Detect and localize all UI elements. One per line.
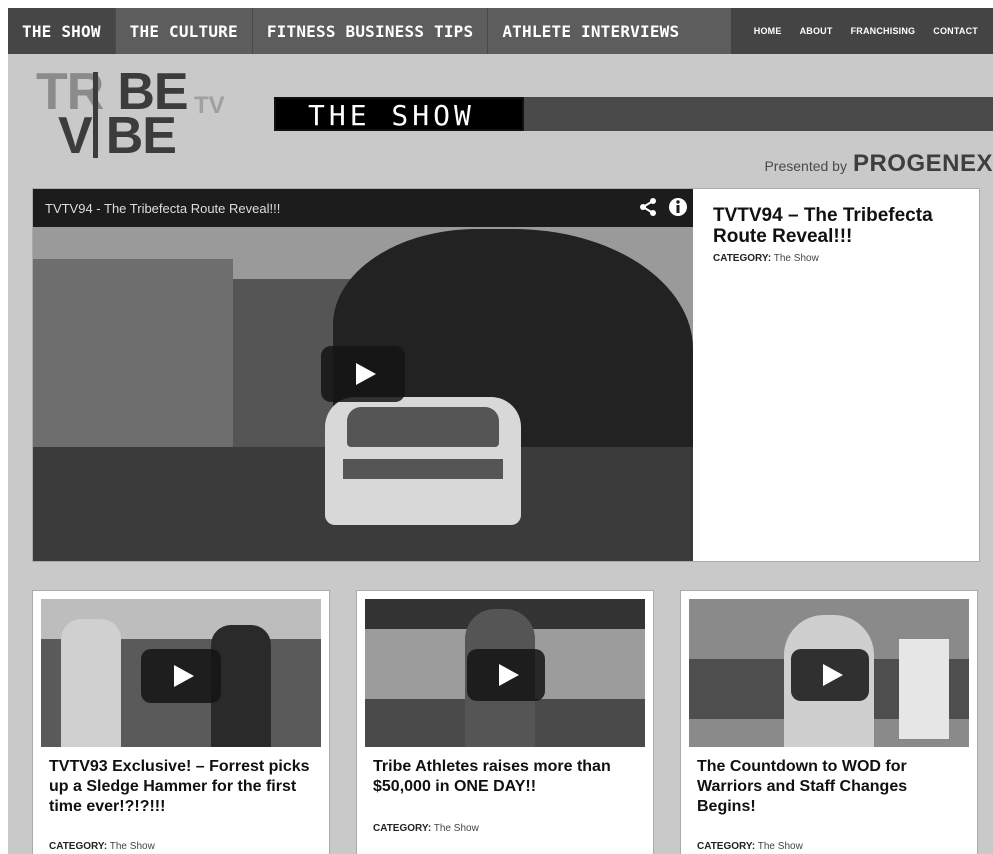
- thumbnail-image: [899, 639, 949, 739]
- video-title[interactable]: TVTV94 - The Tribefecta Route Reveal!!!: [45, 201, 280, 216]
- nav-item-fitness-business-tips[interactable]: FITNESS BUSINESS TIPS: [253, 8, 488, 54]
- nav-link-about[interactable]: ABOUT: [800, 26, 833, 36]
- logo-text: BE: [105, 107, 177, 165]
- category-link[interactable]: The Show: [758, 841, 803, 852]
- nav-item-athlete-interviews[interactable]: ATHLETE INTERVIEWS: [488, 8, 693, 54]
- post-category: CATEGORY: The Show: [49, 841, 155, 852]
- category-label: CATEGORY:: [49, 841, 108, 852]
- video-frame: [33, 259, 233, 469]
- play-icon: [499, 664, 519, 686]
- sponsor-logo[interactable]: PROGENEX: [853, 150, 993, 178]
- post-category: CATEGORY: The Show: [373, 823, 479, 834]
- category-label: CATEGORY:: [713, 253, 772, 264]
- nav-item-the-culture[interactable]: THE CULTURE: [116, 8, 252, 54]
- nav-link-home[interactable]: HOME: [754, 26, 782, 36]
- site-logo[interactable]: TR BE V BE TV: [36, 66, 236, 162]
- featured-details: TVTV94 – The Tribefecta Route Reveal!!! …: [713, 205, 963, 264]
- thumbnail-image: [61, 619, 121, 747]
- share-icon[interactable]: [637, 197, 659, 219]
- section-title: THE SHOW: [274, 97, 524, 132]
- logo-text: V: [58, 107, 93, 165]
- post-category: CATEGORY: The Show: [697, 841, 803, 852]
- nav-link-franchising[interactable]: FRANCHISING: [851, 26, 916, 36]
- post-title[interactable]: TVTV93 Exclusive! – Forrest picks up a S…: [49, 757, 321, 817]
- post-card[interactable]: Tribe Athletes raises more than $50,000 …: [356, 590, 654, 854]
- post-card[interactable]: TVTV93 Exclusive! – Forrest picks up a S…: [32, 590, 330, 854]
- play-icon: [356, 363, 376, 385]
- utility-nav: HOME ABOUT FRANCHISING CONTACT: [730, 8, 993, 54]
- play-icon: [174, 665, 194, 687]
- post-thumbnail[interactable]: [365, 599, 645, 747]
- post-thumbnail[interactable]: [689, 599, 969, 747]
- category-link[interactable]: The Show: [110, 841, 155, 852]
- nav-item-the-show[interactable]: THE SHOW: [8, 8, 115, 54]
- logo-bar: [93, 72, 98, 158]
- page: THE SHOW THE CULTURE FITNESS BUSINESS TI…: [8, 8, 993, 854]
- play-button[interactable]: [791, 649, 869, 701]
- category-label: CATEGORY:: [697, 841, 756, 852]
- play-button[interactable]: [321, 346, 405, 402]
- nav-link-contact[interactable]: CONTACT: [933, 26, 978, 36]
- info-icon[interactable]: [667, 197, 689, 219]
- top-nav: THE SHOW THE CULTURE FITNESS BUSINESS TI…: [8, 8, 993, 54]
- featured-title[interactable]: TVTV94 – The Tribefecta Route Reveal!!!: [713, 205, 963, 247]
- featured-video-player[interactable]: TVTV94 - The Tribefecta Route Reveal!!!: [33, 189, 693, 561]
- sponsor-credit: Presented by PROGENEX: [764, 150, 993, 178]
- main-nav: THE SHOW THE CULTURE FITNESS BUSINESS TI…: [8, 8, 693, 54]
- video-frame: [343, 459, 503, 479]
- logo-tv: TV: [194, 92, 225, 119]
- featured-category: CATEGORY: The Show: [713, 253, 963, 264]
- category-label: CATEGORY:: [373, 823, 432, 834]
- featured-post: TVTV94 - The Tribefecta Route Reveal!!! …: [32, 188, 980, 562]
- post-card[interactable]: The Countdown to WOD for Warriors and St…: [680, 590, 978, 854]
- post-title[interactable]: Tribe Athletes raises more than $50,000 …: [373, 757, 645, 797]
- video-frame: [325, 397, 521, 525]
- presented-by-label: Presented by: [764, 158, 847, 174]
- category-link[interactable]: The Show: [434, 823, 479, 834]
- logo-line-2: V BE: [58, 110, 177, 162]
- play-button[interactable]: [141, 649, 221, 703]
- video-frame: [347, 407, 499, 447]
- post-thumbnail[interactable]: [41, 599, 321, 747]
- play-button[interactable]: [467, 649, 545, 701]
- post-title[interactable]: The Countdown to WOD for Warriors and St…: [697, 757, 969, 817]
- section-banner: THE SHOW: [274, 97, 993, 132]
- category-link[interactable]: The Show: [774, 253, 819, 264]
- play-icon: [823, 664, 843, 686]
